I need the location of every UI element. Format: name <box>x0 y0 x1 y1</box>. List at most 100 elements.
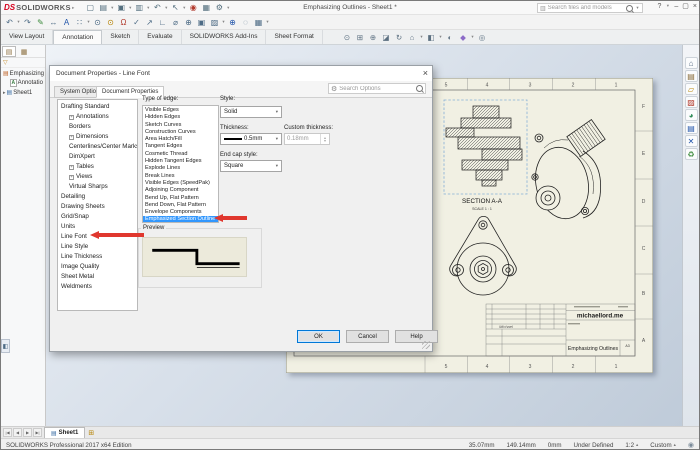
display-style-menu-icon[interactable]: ▾ <box>438 34 443 40</box>
smart-dimension-icon[interactable]: ↔ <box>48 16 60 28</box>
options-tree-image-quality[interactable]: Image Quality <box>58 262 137 272</box>
hide-show-items-icon[interactable]: ◐ <box>445 31 456 43</box>
options-tree-tables[interactable]: + Tables <box>58 162 137 172</box>
format-painter-icon[interactable]: ✎ <box>35 16 47 28</box>
options-tree-borders[interactable]: Borders <box>58 122 137 132</box>
options-menu-icon[interactable]: ▾ <box>226 5 231 11</box>
file-search-box[interactable]: ▥ Search files and models ▾ <box>537 3 643 13</box>
rotate-view-icon[interactable]: ↻ <box>394 31 405 43</box>
search-icon[interactable] <box>416 85 423 92</box>
open-menu-icon[interactable]: ▾ <box>110 5 115 11</box>
feature-tree-tab-icon[interactable]: ▤ <box>2 46 16 57</box>
search-menu-icon[interactable]: ▾ <box>635 5 640 11</box>
last-sheet-icon[interactable]: ▶| <box>33 428 42 437</box>
geometric-tolerance-icon[interactable]: ⊕ <box>183 16 195 28</box>
edge-type-hidden-tangent-edges[interactable]: Hidden Tangent Edges <box>143 158 218 165</box>
ribbon-tab-solidworks-add-ins[interactable]: SOLIDWORKS Add-Ins <box>182 30 267 44</box>
undo-icon[interactable]: ↶ <box>151 2 163 14</box>
hole-callout-icon[interactable]: ⌀ <box>170 16 182 28</box>
options-tree-dimxpert[interactable]: DimXpert <box>58 152 137 162</box>
redo-icon[interactable]: ↷ <box>22 16 34 28</box>
expand-icon[interactable]: + <box>69 164 74 170</box>
feature-tree-annotations[interactable]: A Annotatio <box>1 77 45 87</box>
linear-pattern-icon[interactable]: ∷ <box>74 16 86 28</box>
help-menu-icon[interactable]: ▾ <box>665 3 670 9</box>
area-hatch-menu-icon[interactable]: ▾ <box>221 19 226 25</box>
select-menu-icon[interactable]: ▾ <box>182 5 187 11</box>
feature-tree-root[interactable]: ▤ Emphasizing <box>1 68 45 78</box>
add-sheet-icon[interactable]: ⊞ <box>85 428 97 438</box>
end-cap-dropdown[interactable]: Square ▾ <box>220 160 282 172</box>
ribbon-tab-sheet-format[interactable]: Sheet Format <box>266 30 323 44</box>
style-dropdown[interactable]: Solid ▾ <box>220 106 282 118</box>
selection-filter-icon[interactable]: ◉ <box>187 2 199 14</box>
view-settings-icon[interactable]: ◎ <box>477 31 488 43</box>
help-button[interactable]: Help <box>395 330 438 343</box>
table-menu-icon[interactable]: ▾ <box>265 19 270 25</box>
spinner-icon[interactable]: ▴ ▾ <box>320 134 329 144</box>
edit-appearance-icon[interactable]: ◆ <box>458 31 469 43</box>
ribbon-tab-view-layout[interactable]: View Layout <box>1 30 54 44</box>
options-tree-weldments[interactable]: Weldments <box>58 282 137 292</box>
edge-type-bend-down-flat-pattern[interactable]: Bend Down, Flat Pattern <box>143 202 218 209</box>
filter-icon[interactable]: ▽ <box>1 58 45 68</box>
center-mark-icon[interactable]: ⊕ <box>227 16 239 28</box>
ribbon-tab-annotation[interactable]: Annotation <box>53 30 103 44</box>
ribbon-tab-sketch[interactable]: Sketch <box>102 30 140 44</box>
options-tree-annotations[interactable]: + Annotations <box>58 112 137 122</box>
print-menu-icon[interactable]: ▾ <box>146 5 151 11</box>
save-menu-icon[interactable]: ▾ <box>128 5 133 11</box>
appearances-scenes-icon[interactable]: ◕ <box>684 109 698 121</box>
options-tree-views[interactable]: + Views <box>58 172 137 182</box>
first-sheet-icon[interactable]: |◀ <box>3 428 12 437</box>
expand-icon[interactable]: + <box>69 134 74 140</box>
edit-appearance-menu-icon[interactable]: ▾ <box>470 34 475 40</box>
dialog-title-bar[interactable]: Document Properties - Line Font × <box>50 66 432 81</box>
section-view-icon[interactable]: ◪ <box>381 31 392 43</box>
save-icon[interactable]: ▣ <box>115 2 127 14</box>
edge-type-sketch-curves[interactable]: Sketch Curves <box>143 122 218 129</box>
edge-type-bend-up-flat-pattern[interactable]: Bend Up, Flat Pattern <box>143 195 218 202</box>
edge-type-visible-edges[interactable]: Visible Edges <box>143 107 218 114</box>
rebuild-icon[interactable]: ▦ <box>200 2 212 14</box>
zoom-area-icon[interactable]: ⊙ <box>105 16 117 28</box>
previous-sheet-icon[interactable]: ◀ <box>13 428 22 437</box>
solidworks-forum-icon[interactable]: ✕ <box>684 135 698 147</box>
datum-feature-icon[interactable]: ▣ <box>196 16 208 28</box>
edge-type-cosmetic-thread[interactable]: Cosmetic Thread <box>143 151 218 158</box>
area-hatch-icon[interactable]: ▨ <box>209 16 221 28</box>
search-icon[interactable] <box>626 4 633 12</box>
restore-button[interactable]: ▢ <box>682 2 689 10</box>
zoom-area-icon[interactable]: ⊞ <box>355 31 366 43</box>
edge-type-adjoining-component[interactable]: Adjoining Component <box>143 187 218 194</box>
next-sheet-icon[interactable]: ▶ <box>23 428 32 437</box>
sheet-tab-sheet1[interactable]: ▤ Sheet1 <box>44 427 86 438</box>
edge-type-break-lines[interactable]: Break Lines <box>143 173 218 180</box>
units-dropdown[interactable]: Custom ▴ <box>650 442 676 449</box>
new-document-icon[interactable]: ▢ <box>84 2 96 14</box>
resize-grip[interactable] <box>422 341 430 349</box>
edge-type-envelope-components[interactable]: Envelope Components <box>143 209 218 216</box>
recycle-icon[interactable]: ♻ <box>684 148 698 160</box>
solidworks-resources-icon[interactable]: ⌂ <box>684 57 698 69</box>
options-tree-drawing-sheets[interactable]: Drawing Sheets <box>58 202 137 212</box>
revision-cloud-icon[interactable]: ◌ <box>240 16 252 28</box>
zoom-fit-icon[interactable]: ⊙ <box>342 31 353 43</box>
undo-menu-icon[interactable]: ▾ <box>164 5 169 11</box>
table-icon[interactable]: ▦ <box>253 16 265 28</box>
options-tree-centerlines-center-marks[interactable]: Centerlines/Center Marks <box>58 142 137 152</box>
collapsed-panel-icon[interactable]: ◧ <box>1 339 10 353</box>
ribbon-tab-evaluate[interactable]: Evaluate <box>139 30 182 44</box>
close-icon[interactable]: × <box>423 68 428 78</box>
spell-check-icon[interactable]: ✓ <box>131 16 143 28</box>
open-icon[interactable]: ▤ <box>97 2 109 14</box>
undo-menu-icon[interactable]: ▾ <box>16 19 21 25</box>
thickness-dropdown[interactable]: 0.5mm ▾ <box>220 133 282 145</box>
close-button[interactable]: × <box>693 3 697 10</box>
note-icon[interactable]: A <box>61 16 73 28</box>
edge-type-area-hatch-fill[interactable]: Area Hatch/Fill <box>143 136 218 143</box>
edge-type-tangent-edges[interactable]: Tangent Edges <box>143 143 218 150</box>
expand-arrow-icon[interactable]: ▸ <box>3 90 6 96</box>
print-icon[interactable]: ▥ <box>133 2 145 14</box>
balloon-icon[interactable]: Ω <box>118 16 130 28</box>
